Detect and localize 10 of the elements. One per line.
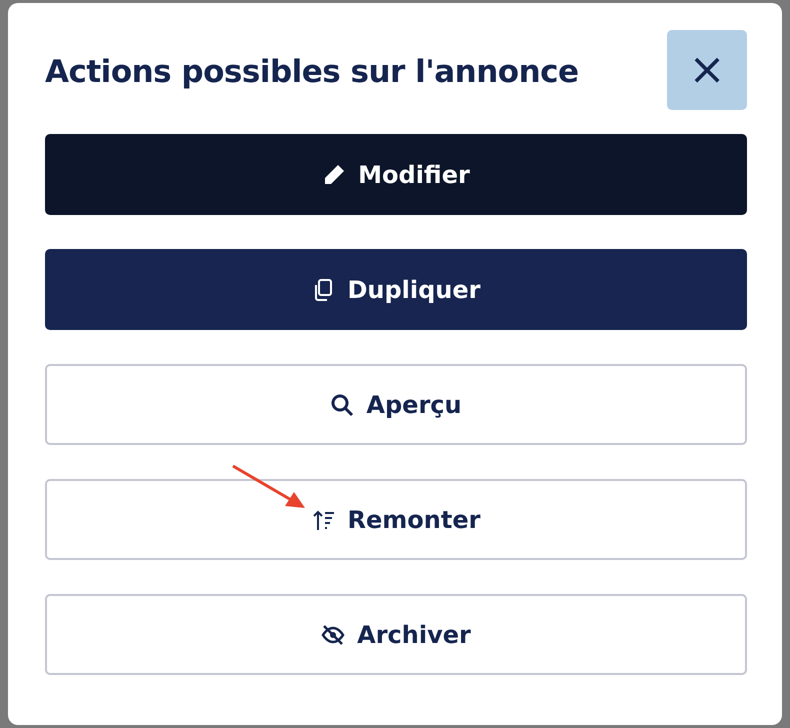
action-button[interactable]: Modifier bbox=[45, 134, 747, 215]
action-button[interactable]: Archiver bbox=[45, 594, 747, 675]
dialog-title: Actions possibles sur l'annonce bbox=[45, 54, 579, 92]
search-icon bbox=[330, 392, 354, 416]
close-button[interactable]: × bbox=[667, 30, 747, 110]
pencil-icon bbox=[322, 162, 346, 186]
action-button[interactable]: Dupliquer bbox=[45, 249, 747, 330]
action-button[interactable]: Remonter bbox=[45, 479, 747, 560]
action-button[interactable]: Aperçu bbox=[45, 364, 747, 445]
eye-slash-icon bbox=[321, 622, 346, 646]
